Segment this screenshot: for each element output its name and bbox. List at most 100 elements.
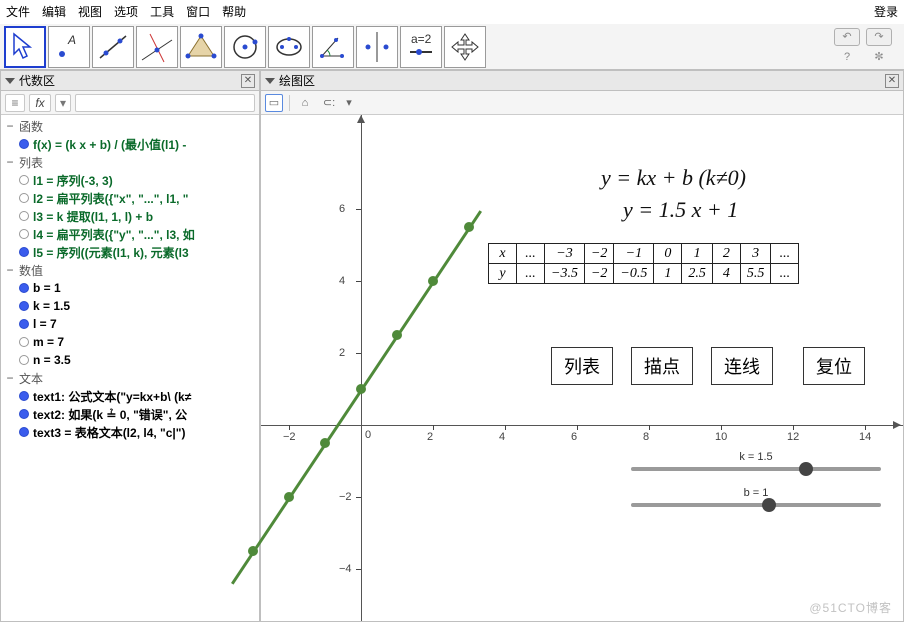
plot-point[interactable] <box>320 438 330 448</box>
grid-toggle[interactable]: ▭ <box>265 94 283 112</box>
graphics-title-bar: 绘图区 ✕ <box>261 71 903 91</box>
tool-ellipse[interactable] <box>268 26 310 68</box>
item-text3[interactable]: text3 = 表格文本(l2, l4, "c|") <box>33 424 185 441</box>
svg-text:A: A <box>67 33 76 47</box>
vis-dot[interactable] <box>19 247 29 257</box>
btn-list[interactable]: 列表 <box>551 347 613 385</box>
item-n[interactable]: n = 3.5 <box>33 353 71 367</box>
fx-menu-icon[interactable]: ≡ <box>5 94 25 112</box>
item-l[interactable]: l = 7 <box>33 317 57 331</box>
vis-dot[interactable] <box>19 283 29 293</box>
vis-dot[interactable] <box>19 337 29 347</box>
graphics-canvas[interactable]: −22468101214−4−22460y = kx + b (k≠0)y = … <box>261 115 903 621</box>
menu-edit[interactable]: 编辑 <box>42 3 66 20</box>
vis-dot[interactable] <box>19 319 29 329</box>
vis-dot[interactable] <box>19 391 29 401</box>
login-link[interactable]: 登录 <box>874 3 898 20</box>
vis-dot[interactable] <box>19 355 29 365</box>
menu-file[interactable]: 文件 <box>6 3 30 20</box>
tool-circle[interactable] <box>224 26 266 68</box>
fx-label: fx <box>29 94 51 112</box>
vis-dot[interactable] <box>19 139 29 149</box>
menu-window[interactable]: 窗口 <box>186 3 210 20</box>
tool-angle[interactable] <box>312 26 354 68</box>
redo-button[interactable]: ↷ <box>866 28 892 46</box>
plot-point[interactable] <box>392 330 402 340</box>
vis-dot[interactable] <box>19 193 29 203</box>
tool-slider[interactable]: a=2 <box>400 26 442 68</box>
tool-reflect[interactable] <box>356 26 398 68</box>
tool-move-view[interactable] <box>444 26 486 68</box>
vis-dot[interactable] <box>19 301 29 311</box>
item-m[interactable]: m = 7 <box>33 335 64 349</box>
plot-point[interactable] <box>248 546 258 556</box>
item-text2[interactable]: text2: 如果(k ≟ 0, "错误", 公 <box>33 406 187 423</box>
collapse-icon[interactable] <box>5 78 15 84</box>
slider-k[interactable]: k = 1.5 <box>631 467 881 471</box>
menubar: 文件 编辑 视图 选项 工具 窗口 帮助 登录 <box>0 0 904 24</box>
vis-dot[interactable] <box>19 229 29 239</box>
fx-dropdown[interactable]: ▾ <box>55 94 71 112</box>
item-l1[interactable]: l1 = 序列(-3, 3) <box>33 172 113 189</box>
plot-point[interactable] <box>356 384 366 394</box>
tool-perp[interactable] <box>136 26 178 68</box>
item-l5[interactable]: l5 = 序列((元素(l1, k), 元素(l3 <box>33 244 189 261</box>
point-capture-icon[interactable]: ⊂: <box>320 94 338 112</box>
algebra-panel: 代数区 ✕ ≡ fx ▾ −函数 f(x) = (k x + b) / (最小值… <box>0 70 260 622</box>
home-icon[interactable]: ⌂ <box>296 94 314 112</box>
workspace: 代数区 ✕ ≡ fx ▾ −函数 f(x) = (k x + b) / (最小值… <box>0 70 904 622</box>
close-graphics[interactable]: ✕ <box>885 74 899 88</box>
tool-polygon[interactable] <box>180 26 222 68</box>
item-b[interactable]: b = 1 <box>33 281 61 295</box>
menu-help[interactable]: 帮助 <box>222 3 246 20</box>
menu-view[interactable]: 视图 <box>78 3 102 20</box>
close-algebra[interactable]: ✕ <box>241 74 255 88</box>
right-toolbar: ↶ ↷ ? ✼ <box>834 28 900 66</box>
slider-b[interactable]: b = 1 <box>631 503 881 507</box>
formula-general: y = kx + b (k≠0) <box>601 165 746 191</box>
item-k[interactable]: k = 1.5 <box>33 299 70 313</box>
help-icon[interactable]: ? <box>834 48 860 66</box>
tool-line[interactable] <box>92 26 134 68</box>
group-values[interactable]: 数值 <box>19 262 43 279</box>
watermark: @51CTO博客 <box>809 599 892 616</box>
algebra-tree: −函数 f(x) = (k x + b) / (最小值(l1) - −列表 l1… <box>1 115 259 621</box>
item-l2[interactable]: l2 = 扁平列表({"x", "...", l1, " <box>33 190 189 207</box>
group-text[interactable]: 文本 <box>19 370 43 387</box>
svg-text:a=2: a=2 <box>411 32 432 46</box>
btn-plot[interactable]: 描点 <box>631 347 693 385</box>
settings-icon[interactable]: ✼ <box>866 48 892 66</box>
fx-input[interactable] <box>75 94 255 112</box>
graphics-title: 绘图区 <box>279 72 315 89</box>
graphics-panel: 绘图区 ✕ ▭ ⌂ ⊂: ▾ −22468101214−4−22460y = k… <box>260 70 904 622</box>
vis-dot[interactable] <box>19 409 29 419</box>
item-l4[interactable]: l4 = 扁平列表({"y", "...", l3, 如 <box>33 226 195 243</box>
tool-point[interactable]: A <box>48 26 90 68</box>
graphics-toolbar: ▭ ⌂ ⊂: ▾ <box>261 91 903 115</box>
group-functions[interactable]: 函数 <box>19 118 43 135</box>
menu-tools[interactable]: 工具 <box>150 3 174 20</box>
undo-button[interactable]: ↶ <box>834 28 860 46</box>
algebra-title-bar: 代数区 ✕ <box>1 71 259 91</box>
item-l3[interactable]: l3 = k 提取(l1, 1, l) + b <box>33 208 153 225</box>
menu-options[interactable]: 选项 <box>114 3 138 20</box>
vis-dot[interactable] <box>19 175 29 185</box>
formula-specific: y = 1.5 x + 1 <box>623 197 738 223</box>
algebra-title: 代数区 <box>19 72 55 89</box>
toolbar: A a=2 ↶ ↷ ? ✼ <box>0 24 904 70</box>
plot-point[interactable] <box>428 276 438 286</box>
item-fx[interactable]: f(x) = (k x + b) / (最小值(l1) - <box>33 136 186 153</box>
collapse-icon[interactable] <box>265 78 275 84</box>
btn-connect[interactable]: 连线 <box>711 347 773 385</box>
plot-point[interactable] <box>284 492 294 502</box>
data-table: x...−3−2−10123...y...−3.5−2−0.512.545.5.… <box>488 243 799 284</box>
vis-dot[interactable] <box>19 427 29 437</box>
btn-reset[interactable]: 复位 <box>803 347 865 385</box>
group-lists[interactable]: 列表 <box>19 154 43 171</box>
graphics-dropdown[interactable]: ▾ <box>344 94 354 112</box>
fx-bar: ≡ fx ▾ <box>1 91 259 115</box>
item-text1[interactable]: text1: 公式文本("y=kx+b\ (k≠ <box>33 388 191 405</box>
vis-dot[interactable] <box>19 211 29 221</box>
tool-move[interactable] <box>4 26 46 68</box>
plot-point[interactable] <box>464 222 474 232</box>
